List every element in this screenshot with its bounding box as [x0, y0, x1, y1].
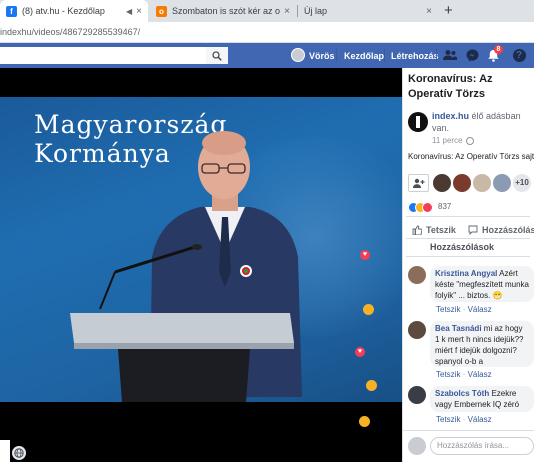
like-button-label: Tetszik [426, 225, 456, 235]
search-button[interactable] [206, 47, 228, 64]
reaction-count[interactable]: 837 [438, 202, 451, 211]
comment-author[interactable]: Krisztina Angyal [435, 269, 497, 278]
comment-reply-link[interactable]: Válasz [468, 415, 492, 424]
close-tab-icon[interactable]: × [426, 6, 432, 17]
profile-link[interactable]: Vörös [309, 51, 335, 61]
invite-friends-button[interactable] [408, 174, 429, 192]
comment-like-link[interactable]: Tetszik [436, 370, 460, 379]
speaker-icon[interactable]: ◀ [126, 7, 132, 16]
more-viewers-badge[interactable]: +10 [513, 174, 531, 192]
post-description: Koronavírus: Az Operatív Törzs sajtótájé… [408, 152, 534, 161]
create-link[interactable]: Létrehozás [391, 51, 439, 61]
wow-reaction-icon [366, 380, 377, 391]
commenter-avatar[interactable] [408, 321, 426, 339]
video-bottom-bar [0, 402, 402, 462]
haha-reaction-icon [359, 416, 370, 427]
notification-badge: 8 [494, 45, 503, 54]
browser-tab-facebook[interactable]: f (8) atv.hu - Kezdőlap ◀ × [0, 0, 148, 22]
comment-like-link[interactable]: Tetszik [436, 415, 460, 424]
viewer-avatar[interactable] [453, 174, 471, 192]
messenger-icon[interactable] [464, 47, 480, 63]
comment-reply-link[interactable]: Válasz [468, 370, 492, 379]
haha-reaction-icon [363, 304, 374, 315]
comment-author[interactable]: Szabolcs Tóth [435, 389, 489, 398]
nav-divider [436, 49, 437, 62]
love-reaction-icon: ♥ [355, 347, 365, 357]
comment-actions: Tetszik · Válasz [436, 415, 492, 424]
comment-bubble: Krisztina Angyal Azért késte "megfeszíte… [430, 266, 534, 302]
video-player[interactable]: Magyarország Kormánya ♥ ♥ [0, 97, 402, 402]
speaker-figure [70, 131, 302, 402]
post-author-line: index.hu élő adásban van. [432, 110, 534, 134]
thumbs-up-icon [412, 225, 422, 235]
article-icon: o [156, 5, 167, 17]
page-name-link[interactable]: index.hu [432, 111, 469, 121]
write-comment-input[interactable]: Hozzászólás írása... [430, 437, 534, 455]
nav-divider [384, 49, 385, 62]
search-input[interactable] [0, 47, 228, 64]
comment-bubble: Szabolcs Tóth Ezekre vagy Embernek IQ zé… [430, 386, 534, 412]
post-title: Koronavírus: Az Operatív Törzs sajtótájé… [408, 73, 493, 100]
commenter-avatar[interactable] [408, 266, 426, 284]
post-time[interactable]: 11 perce [432, 136, 463, 145]
like-button[interactable]: Tetszik [412, 225, 456, 235]
video-control-left[interactable] [0, 440, 10, 462]
comment-reply-link[interactable]: Válasz [468, 305, 492, 314]
comment-like-link[interactable]: Tetszik [436, 305, 460, 314]
divider [406, 216, 530, 217]
comment-bubble: Bea Tasnádi mi az hogy 1 k mert h nincs … [430, 321, 534, 367]
page-avatar[interactable] [408, 112, 428, 132]
divider [406, 256, 530, 257]
close-tab-icon[interactable]: × [284, 6, 290, 17]
comments-tab[interactable]: Hozzászólások [430, 242, 494, 252]
home-link[interactable]: Kezdőlap [344, 51, 384, 61]
comment-button[interactable]: Hozzászólás [468, 225, 534, 235]
close-tab-icon[interactable]: × [136, 6, 142, 17]
url-text[interactable]: indexhu/videos/486729285539467/ [0, 27, 140, 37]
friend-requests-icon[interactable] [442, 47, 458, 63]
my-avatar [408, 437, 426, 455]
profile-avatar[interactable] [291, 48, 305, 62]
browser-tab-new[interactable]: Új lap × [298, 0, 438, 22]
browser-tab-article[interactable]: o Szombaton is szót kér az operatí × [150, 0, 296, 22]
add-friend-icon [412, 178, 424, 188]
nav-divider [336, 49, 337, 62]
globe-icon[interactable] [12, 446, 26, 460]
comment-button-label: Hozzászólás [482, 225, 534, 235]
love-reaction-icon [422, 202, 433, 213]
video-top-bar [0, 68, 402, 97]
comment-actions: Tetszik · Válasz [436, 305, 492, 314]
viewer-avatar[interactable] [493, 174, 511, 192]
public-globe-icon [466, 137, 474, 145]
viewer-avatar[interactable] [433, 174, 451, 192]
commenter-avatar[interactable] [408, 386, 426, 404]
help-icon[interactable]: ? [511, 47, 527, 63]
comment-author[interactable]: Bea Tasnádi [435, 324, 482, 333]
facebook-icon: f [6, 5, 17, 17]
comment-icon [468, 225, 478, 235]
love-reaction-icon: ♥ [360, 250, 370, 260]
comment-actions: Tetszik · Válasz [436, 370, 492, 379]
new-tab-button[interactable]: + [444, 2, 453, 19]
viewer-avatar[interactable] [473, 174, 491, 192]
search-icon [212, 50, 222, 61]
divider [403, 430, 534, 431]
divider [406, 238, 530, 239]
